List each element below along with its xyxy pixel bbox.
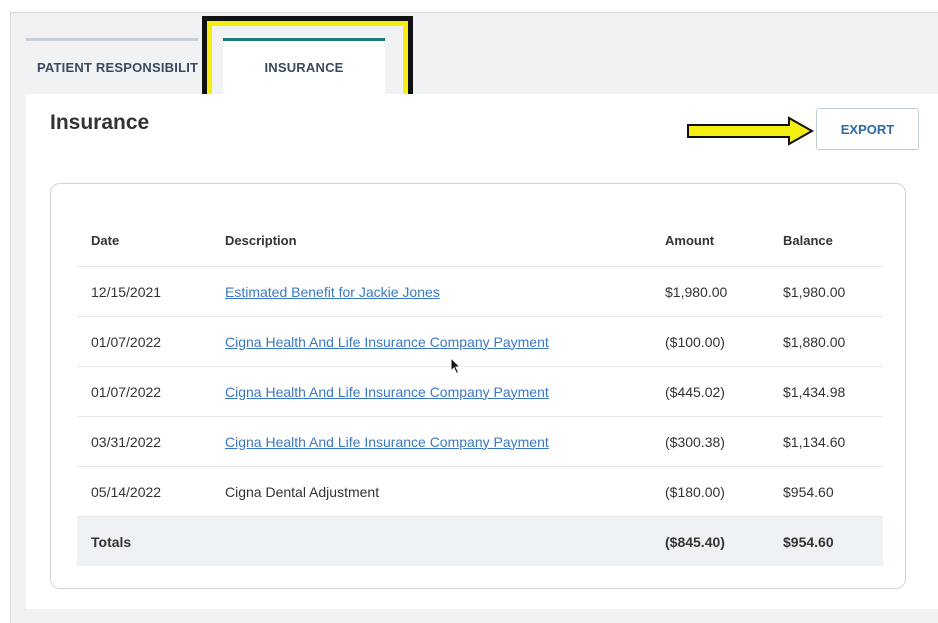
totals-label: Totals — [91, 533, 132, 550]
row-amount: ($300.38) — [665, 433, 725, 450]
row-amount: ($180.00) — [665, 483, 725, 500]
row-description-link[interactable]: Cigna Health And Life Insurance Company … — [225, 317, 549, 366]
export-label: EXPORT — [840, 121, 895, 137]
page-title: Insurance — [50, 111, 150, 134]
row-balance: $1,434.98 — [783, 383, 846, 400]
row-description: Cigna Dental Adjustment — [225, 483, 380, 500]
header-date: Date — [91, 232, 120, 248]
row-date: 03/31/2022 — [91, 433, 162, 450]
table-header-row: Date Description Amount Balance — [77, 214, 883, 267]
totals-balance: $954.60 — [783, 533, 834, 550]
row-date: 12/15/2021 — [91, 283, 162, 300]
table-row: 05/14/2022 Cigna Dental Adjustment ($180… — [77, 467, 883, 517]
header-description: Description — [225, 232, 297, 248]
tab-patient-responsibility[interactable]: PATIENT RESPONSIBILITY — [26, 38, 198, 94]
row-balance: $954.60 — [783, 483, 834, 500]
tab-label: INSURANCE — [264, 60, 344, 75]
row-amount: ($445.02) — [665, 383, 725, 400]
row-date: 01/07/2022 — [91, 333, 162, 350]
row-description-link[interactable]: Estimated Benefit for Jackie Jones — [225, 267, 440, 316]
table-row: 12/15/2021 Estimated Benefit for Jackie … — [77, 267, 883, 317]
row-description-link[interactable]: Cigna Health And Life Insurance Company … — [225, 367, 549, 416]
row-amount: $1,980.00 — [665, 283, 728, 300]
row-date: 05/14/2022 — [91, 483, 162, 500]
tab-insurance[interactable]: INSURANCE — [223, 38, 385, 94]
arrow-annotation-icon — [687, 116, 814, 146]
mouse-cursor-icon — [450, 357, 462, 375]
export-button[interactable]: EXPORT — [816, 108, 919, 150]
insurance-table: Date Description Amount Balance 12/15/20… — [50, 183, 906, 589]
table-row: 01/07/2022 Cigna Health And Life Insuran… — [77, 367, 883, 417]
tab-label: PATIENT RESPONSIBILITY — [37, 60, 198, 75]
row-balance: $1,980.00 — [783, 283, 846, 300]
row-date: 01/07/2022 — [91, 383, 162, 400]
table-row: 03/31/2022 Cigna Health And Life Insuran… — [77, 417, 883, 467]
header-balance: Balance — [783, 232, 833, 248]
table-row: 01/07/2022 Cigna Health And Life Insuran… — [77, 317, 883, 367]
row-description-link[interactable]: Cigna Health And Life Insurance Company … — [225, 417, 549, 466]
totals-amount: ($845.40) — [665, 533, 725, 550]
row-balance: $1,880.00 — [783, 333, 846, 350]
row-balance: $1,134.60 — [783, 433, 846, 450]
row-amount: ($100.00) — [665, 333, 725, 350]
header-amount: Amount — [665, 232, 715, 248]
totals-row: Totals ($845.40) $954.60 — [77, 517, 883, 566]
